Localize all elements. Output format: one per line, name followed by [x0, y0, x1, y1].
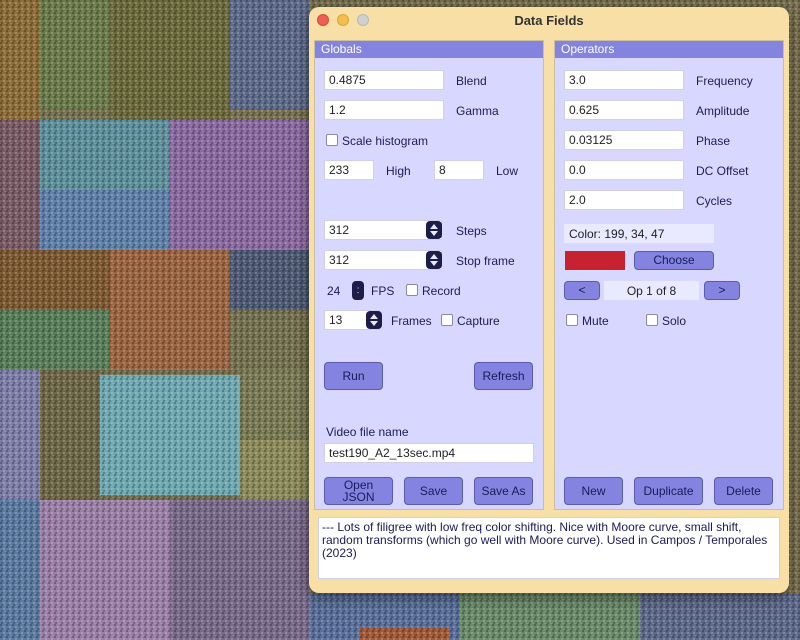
next-operator-button[interactable]: > — [704, 281, 740, 300]
save-as-button[interactable]: Save As — [474, 477, 533, 505]
capture-checkbox[interactable] — [441, 314, 453, 326]
blend-label: Blend — [456, 74, 487, 88]
frequency-field[interactable]: 3.0 — [564, 70, 684, 90]
scale-histogram-label: Scale histogram — [342, 134, 429, 148]
blend-field[interactable]: 0.4875 — [324, 70, 444, 90]
previous-operator-button[interactable]: < — [564, 281, 600, 300]
mute-checkbox[interactable] — [566, 314, 578, 326]
frames-stepper[interactable] — [366, 311, 382, 329]
frames-label: Frames — [391, 314, 432, 328]
cycles-label: Cycles — [696, 194, 733, 208]
scale-histogram-checkbox[interactable] — [326, 134, 338, 146]
stop-frame-label: Stop frame — [456, 254, 515, 268]
steps-stepper[interactable] — [426, 221, 442, 239]
refresh-button[interactable]: Refresh — [474, 362, 533, 390]
operators-panel: Operators 3.0 Frequency 0.625 Amplitude … — [554, 40, 784, 510]
amplitude-label: Amplitude — [696, 104, 750, 118]
dc-offset-field[interactable]: 0.0 — [564, 160, 684, 180]
video-file-name-field[interactable]: test190_A2_13sec.mp4 — [324, 443, 534, 463]
operators-header: Operators — [555, 41, 783, 58]
frequency-label: Frequency — [696, 74, 753, 88]
fps-label: FPS — [371, 284, 395, 298]
low-field[interactable]: 8 — [434, 160, 484, 180]
delete-operator-button[interactable]: Delete — [714, 477, 773, 505]
globals-panel: Globals 0.4875 Blend 1.2 Gamma Scale his… — [314, 40, 544, 510]
video-file-name-label: Video file name — [326, 425, 409, 439]
run-button[interactable]: Run — [324, 362, 383, 390]
stop-frame-field[interactable]: 312 — [324, 250, 442, 270]
color-swatch — [565, 251, 625, 270]
phase-label: Phase — [696, 134, 731, 148]
low-label: Low — [496, 164, 519, 178]
choose-color-button[interactable]: Choose — [634, 251, 714, 270]
solo-checkbox[interactable] — [646, 314, 658, 326]
gamma-label: Gamma — [456, 104, 499, 118]
phase-field[interactable]: 0.03125 — [564, 130, 684, 150]
gamma-field[interactable]: 1.2 — [324, 100, 444, 120]
duplicate-operator-button[interactable]: Duplicate — [634, 477, 703, 505]
operator-index: Op 1 of 8 — [604, 281, 699, 300]
notes-text-area[interactable]: --- Lots of filigree with low freq color… — [318, 517, 780, 579]
cycles-field[interactable]: 2.0 — [564, 190, 684, 210]
window-title: Data Fields — [514, 13, 584, 28]
steps-field[interactable]: 312 — [324, 220, 442, 240]
high-field[interactable]: 233 — [324, 160, 374, 180]
dc-offset-label: DC Offset — [696, 164, 749, 178]
capture-label: Capture — [457, 314, 500, 328]
fps-value: 24 — [327, 284, 341, 298]
title-bar: Data Fields — [309, 7, 789, 33]
globals-header: Globals — [315, 41, 543, 58]
steps-label: Steps — [456, 224, 487, 238]
record-checkbox[interactable] — [406, 284, 418, 296]
mute-label: Mute — [582, 314, 609, 328]
open-json-button[interactable]: Open JSON — [324, 477, 393, 505]
color-readout: Color: 199, 34, 47 — [564, 224, 714, 243]
save-button[interactable]: Save — [404, 477, 463, 505]
high-label: High — [386, 164, 411, 178]
fps-stepper[interactable]: : — [352, 281, 364, 300]
data-fields-window: Data Fields Globals 0.4875 Blend 1.2 Gam… — [309, 7, 789, 593]
new-operator-button[interactable]: New — [564, 477, 623, 505]
amplitude-field[interactable]: 0.625 — [564, 100, 684, 120]
record-label: Record — [422, 284, 461, 298]
solo-label: Solo — [662, 314, 687, 328]
stop-frame-stepper[interactable] — [426, 251, 442, 269]
